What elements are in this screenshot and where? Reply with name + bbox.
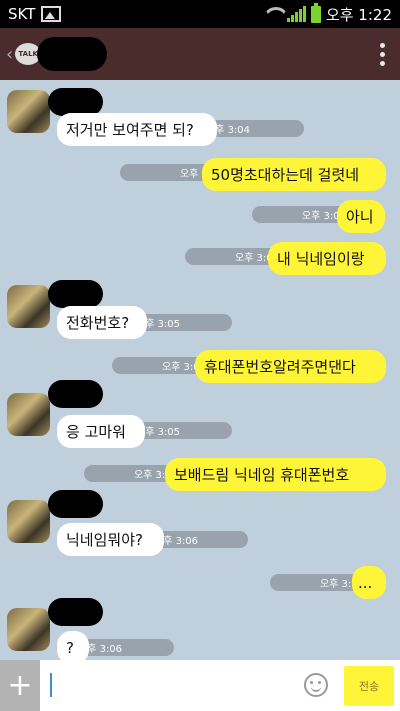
message-bubble-outgoing[interactable]: 50명초대하는데 걸렷네: [202, 158, 386, 191]
sender-name-redacted: [48, 380, 103, 408]
message-bubble-incoming[interactable]: 저거만 보여주면 되?: [57, 113, 217, 146]
chat-title-redacted: [37, 37, 108, 71]
avatar[interactable]: [7, 500, 50, 543]
sender-name-redacted: [48, 490, 103, 518]
message-bubble-incoming[interactable]: 응 고마워: [57, 415, 145, 448]
avatar[interactable]: [7, 393, 50, 436]
message-time: 오후 3:05: [130, 422, 232, 439]
overflow-menu-icon[interactable]: [370, 42, 394, 66]
message-list[interactable]: 오후 3:04 저거만 보여주면 되? 오후 3:04 50명초대하는데 걸렷네…: [0, 80, 400, 664]
message-bubble-outgoing[interactable]: 휴대폰번호알려주면댄다: [195, 350, 386, 383]
back-icon[interactable]: ‹: [6, 44, 13, 65]
message-bubble-outgoing[interactable]: 내 닉네임이랑: [268, 242, 386, 275]
clock: 오후 1:22: [325, 5, 392, 24]
message-bubble-incoming[interactable]: 전화번호?: [57, 306, 147, 339]
message-bubble-outgoing[interactable]: 보배드림 닉네임 휴대폰번호: [165, 458, 386, 491]
emoji-icon[interactable]: [304, 673, 328, 697]
sender-name-redacted: [48, 88, 103, 116]
carrier-label: SKT: [8, 5, 36, 23]
message-bubble-incoming[interactable]: 닉네임뭐야?: [57, 523, 164, 556]
message-bubble-outgoing[interactable]: 아니: [337, 200, 385, 233]
sender-name-redacted: [48, 280, 103, 308]
sender-name-redacted: [48, 598, 103, 626]
avatar[interactable]: [7, 285, 50, 328]
plus-icon[interactable]: +: [0, 660, 40, 711]
status-bar: SKT 오후 1:22: [0, 0, 400, 28]
battery-icon: [310, 2, 321, 23]
send-button[interactable]: 전송: [344, 666, 394, 706]
input-bar: +: [0, 660, 400, 711]
text-caret: [50, 673, 52, 697]
wifi-icon: [264, 7, 282, 21]
chat-header: ‹ TALK: [0, 28, 400, 80]
signal-icon: [286, 6, 306, 22]
avatar[interactable]: [7, 608, 50, 651]
avatar[interactable]: [7, 90, 50, 133]
gallery-notification-icon: [41, 6, 62, 22]
message-bubble-outgoing[interactable]: ...: [352, 566, 386, 599]
